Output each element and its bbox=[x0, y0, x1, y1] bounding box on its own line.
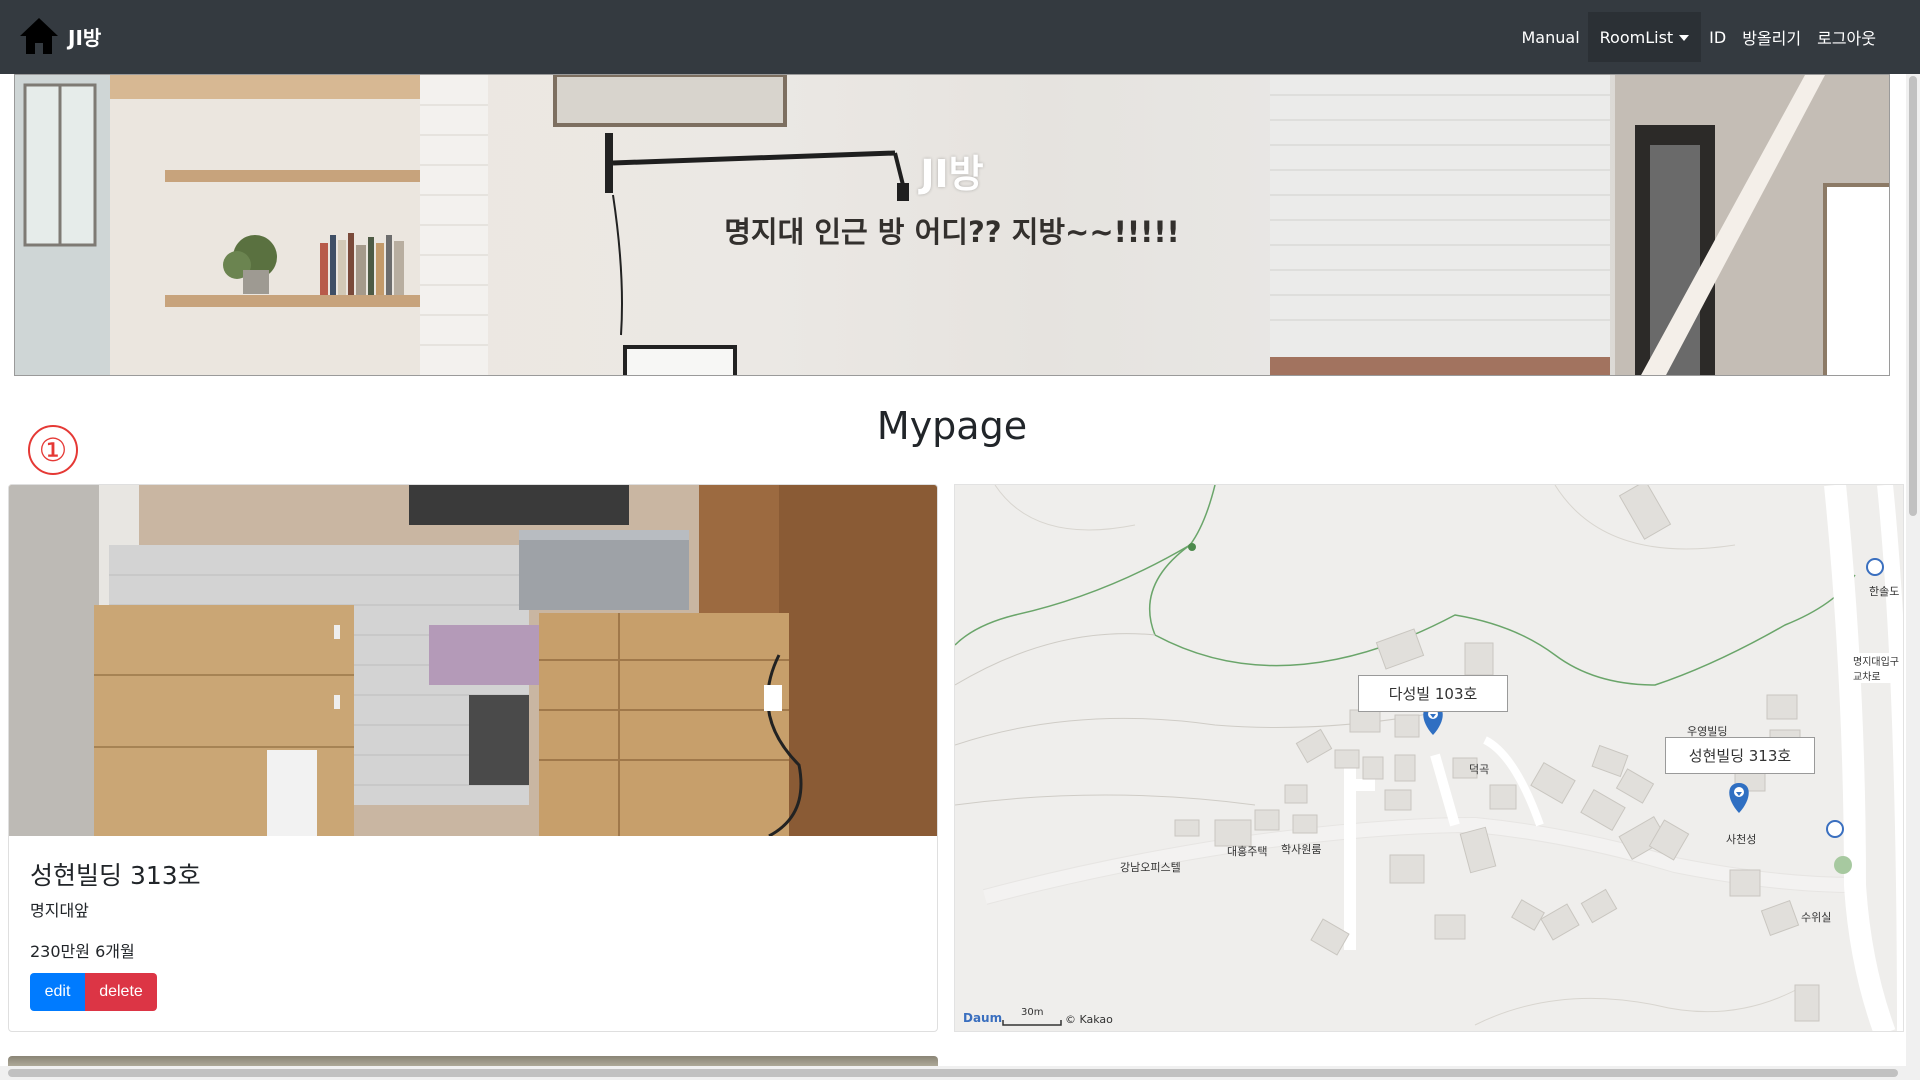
poi-woojung: 우영빌딩 bbox=[1687, 725, 1728, 738]
caret-down-icon bbox=[1679, 34, 1690, 41]
nav-roomlist-dropdown[interactable]: RoomList bbox=[1587, 12, 1702, 62]
hero-subtitle: 명지대 인근 방 어디?? 지방~~!!!!! bbox=[724, 215, 1180, 249]
nav-id[interactable]: ID bbox=[1701, 0, 1734, 74]
vertical-scroll-thumb[interactable] bbox=[1909, 76, 1917, 516]
map-copyright: © Kakao bbox=[1065, 1013, 1113, 1026]
poi-daehong: 대홍주택 bbox=[1227, 845, 1268, 858]
page-title: Mypage bbox=[876, 404, 1028, 448]
poi-deokgok: 덕곡 bbox=[1469, 763, 1490, 776]
home-icon bbox=[18, 16, 60, 56]
delete-button[interactable]: delete bbox=[85, 973, 157, 1011]
poi-suwisil: 수위실 bbox=[1801, 911, 1832, 924]
nav-manual[interactable]: Manual bbox=[1514, 0, 1588, 74]
room-location: 명지대앞 bbox=[30, 901, 89, 920]
vertical-scrollbar[interactable] bbox=[1906, 74, 1920, 1066]
top-navbar: JI방 Manual RoomList ID 방올리기 로그아웃 bbox=[0, 0, 1920, 74]
room-price: 230만원 6개월 bbox=[30, 942, 135, 961]
brand-name: JI방 bbox=[68, 25, 102, 50]
hero-banner: JI방 명지대 인근 방 어디?? 지방~~!!!!! bbox=[14, 74, 1890, 376]
daum-logo[interactable]: Daum bbox=[963, 1011, 1002, 1025]
poi-haksa: 학사원룸 bbox=[1281, 843, 1322, 856]
hero-title: JI방 bbox=[920, 152, 984, 196]
poi-sacheon: 사천성 bbox=[1726, 833, 1757, 846]
nav-links: Manual RoomList ID 방올리기 로그아웃 bbox=[1514, 0, 1885, 74]
brand-link[interactable]: JI방 bbox=[18, 16, 101, 56]
room-card: 성현빌딩 313호 명지대앞 230만원 6개월 edit delete bbox=[8, 484, 938, 1032]
nav-logout[interactable]: 로그아웃 bbox=[1809, 0, 1884, 74]
map-label-sunghyun[interactable]: 성현빌딩 313호 bbox=[1665, 737, 1815, 774]
room-photo[interactable] bbox=[9, 485, 937, 836]
nav-roomlist-label: RoomList bbox=[1599, 27, 1674, 47]
daum-logo-text: Daum bbox=[963, 1011, 1003, 1025]
poi-gangnam-office: 강남오피스텔 bbox=[1120, 861, 1181, 874]
room-title: 성현빌딩 313호 bbox=[30, 861, 201, 890]
poi-hansol: 한솔도 bbox=[1869, 585, 1900, 598]
poi-myongji-gate: 명지대입구 교차로 bbox=[1853, 653, 1903, 683]
map-panel[interactable]: 다성빌 103호 성현빌딩 313호 덕곡 강남오피스텔 대홍주택 학사원룸 우… bbox=[954, 484, 1904, 1032]
annotation-marker-1: ① bbox=[28, 425, 78, 475]
edit-button[interactable]: edit bbox=[30, 973, 85, 1011]
map-label-dasung[interactable]: 다성빌 103호 bbox=[1358, 675, 1508, 712]
nav-upload-room[interactable]: 방올리기 bbox=[1734, 0, 1809, 74]
horizontal-scrollbar[interactable] bbox=[0, 1066, 1920, 1080]
horizontal-scroll-thumb[interactable] bbox=[8, 1069, 1898, 1077]
map-scale-label: 30m bbox=[1021, 1007, 1044, 1018]
